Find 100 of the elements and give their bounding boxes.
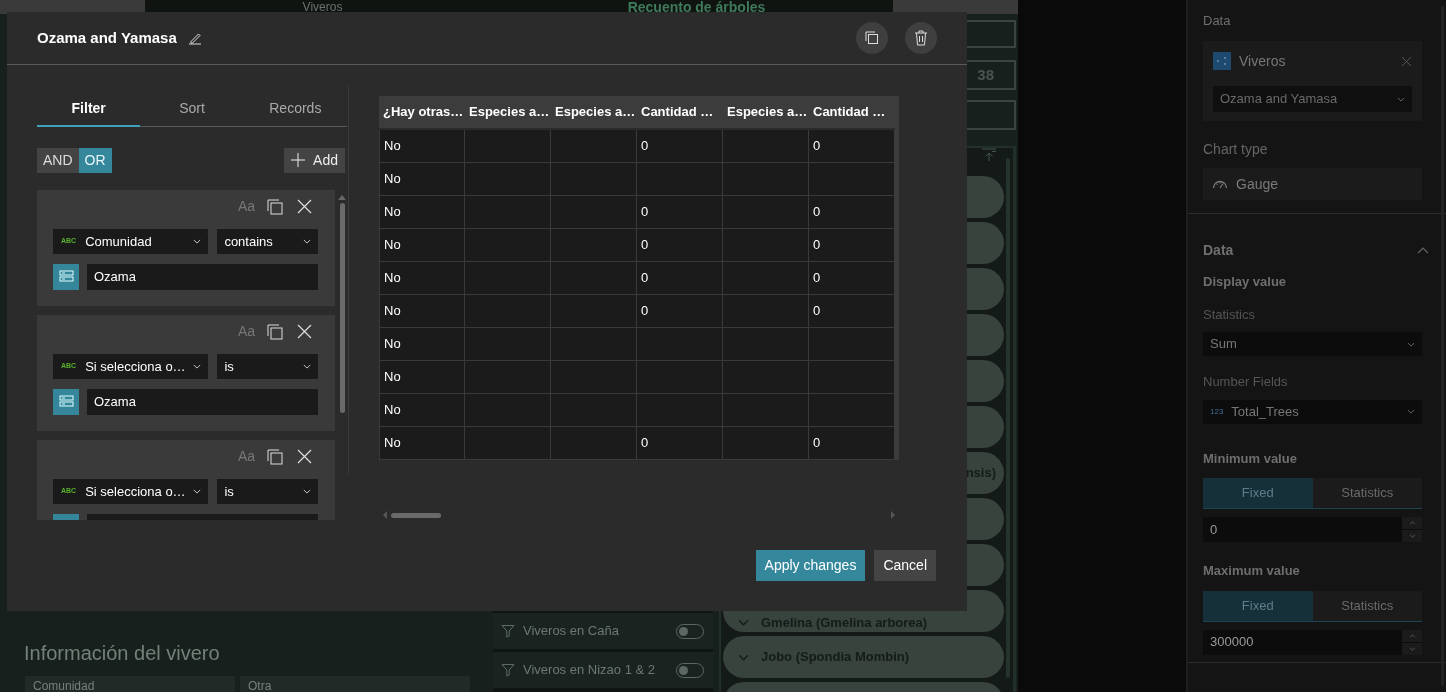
filter-label: Viveros en Nizao 1 & 2 xyxy=(523,661,656,680)
view-dropdown[interactable]: Ozama and Yamasa xyxy=(1213,86,1412,112)
table-cell: 0 xyxy=(637,295,723,328)
chevron-down-icon xyxy=(193,488,202,494)
chevron-up-icon xyxy=(1408,521,1416,525)
input-field[interactable]: Ozama xyxy=(87,388,318,415)
chevron-down-icon xyxy=(303,238,311,244)
table-cell: No xyxy=(379,427,465,460)
delete-button[interactable] xyxy=(905,22,937,54)
chevron-down-icon xyxy=(1408,646,1416,651)
copy-icon[interactable] xyxy=(267,323,283,340)
table-cell: 0 xyxy=(637,262,723,295)
plus-icon xyxy=(291,153,306,168)
gauge-icon xyxy=(1212,179,1228,189)
table-cell: 0 xyxy=(637,130,723,163)
table-cell: 0 xyxy=(637,427,723,460)
column-header[interactable]: Cantidad … xyxy=(637,102,723,122)
chevron-down-icon xyxy=(303,488,311,494)
table-cell: No xyxy=(379,262,465,295)
label: Display value xyxy=(1203,273,1288,291)
segment-tab[interactable]: Statistics xyxy=(1312,590,1422,621)
copy-icon[interactable] xyxy=(267,448,283,465)
column-header[interactable]: Cantidad … xyxy=(809,102,895,122)
chevron-down-icon xyxy=(1408,534,1416,538)
trash-icon xyxy=(914,30,928,46)
chevron-up-icon[interactable] xyxy=(1417,247,1429,254)
field-label: Otra xyxy=(240,676,470,692)
field-label: Comunidad xyxy=(25,676,235,692)
statistics-dropdown[interactable]: Sum xyxy=(1203,332,1422,356)
column-header[interactable]: ¿Hay otras… xyxy=(379,102,465,122)
stepper[interactable] xyxy=(1402,517,1422,542)
table-cell: 0 xyxy=(809,427,895,460)
layer-name: Viveros xyxy=(1239,51,1287,71)
dialog-title: Ozama and Yamasa xyxy=(37,27,177,48)
table-cell: 0 xyxy=(809,196,895,229)
table-cell: 0 xyxy=(637,229,723,262)
label: Data xyxy=(1203,13,1232,29)
label: Number Fields xyxy=(1203,373,1289,391)
column-header[interactable]: Especies a… xyxy=(465,102,551,122)
chevron-down-icon xyxy=(738,619,749,626)
number-field[interactable]: 0 xyxy=(1203,517,1422,542)
table-cell: No xyxy=(379,229,465,262)
pencil-icon[interactable] xyxy=(187,31,202,45)
chart-type-selector[interactable]: Gauge xyxy=(1203,168,1422,200)
cancel-button[interactable]: Cancel xyxy=(874,550,936,581)
table-cell: No xyxy=(379,361,465,394)
chevron-down-icon xyxy=(303,363,311,369)
table-cell: No xyxy=(379,196,465,229)
layer-icon xyxy=(1213,52,1231,70)
chevron-down-icon xyxy=(1407,341,1415,347)
label: Minimum value xyxy=(1203,449,1298,468)
duplicate-button[interactable] xyxy=(856,22,888,54)
value-source-button[interactable] xyxy=(53,263,79,290)
column-header[interactable]: Especies a… xyxy=(551,102,637,122)
field-dropdown[interactable]: 123 Total_Trees xyxy=(1203,399,1422,424)
column-header[interactable]: Especies a… xyxy=(723,102,809,122)
funnel-icon xyxy=(501,663,515,677)
chevron-down-icon xyxy=(738,653,749,661)
list-icon xyxy=(58,394,74,410)
stepper[interactable] xyxy=(1402,629,1422,655)
filter-row[interactable]: Viveros en Caña xyxy=(493,613,713,649)
tab[interactable]: Records xyxy=(243,93,347,127)
table-cell: No xyxy=(379,328,465,361)
chevron-down-icon xyxy=(1397,96,1405,102)
chevron-down-icon xyxy=(193,363,202,369)
operator-dropdown[interactable]: contains xyxy=(217,228,318,254)
tab[interactable]: Filter xyxy=(37,93,141,127)
logic-toggle[interactable]: OR xyxy=(78,147,112,173)
number-field[interactable]: 300000 xyxy=(1203,629,1422,655)
chevron-up-icon xyxy=(1408,633,1416,638)
filter-label: Viveros en Caña xyxy=(523,622,620,641)
value-source-button[interactable] xyxy=(53,388,79,415)
funnel-icon xyxy=(501,624,515,638)
field-type-label: 123 xyxy=(1210,405,1224,418)
tab[interactable]: Sort xyxy=(140,93,244,127)
table-cell: 0 xyxy=(637,196,723,229)
sort-top-icon[interactable] xyxy=(981,148,997,162)
table-cell: 0 xyxy=(809,130,895,163)
list-icon xyxy=(58,269,74,285)
filter-row[interactable]: Viveros en Nizao 1 & 2 xyxy=(493,652,713,688)
table-cell: 0 xyxy=(809,262,895,295)
table-cell: No xyxy=(379,130,465,163)
chevron-down-icon xyxy=(193,238,202,244)
copy-icon xyxy=(865,31,879,45)
input-field[interactable]: Ozama xyxy=(87,263,318,290)
copy-icon[interactable] xyxy=(267,198,283,215)
logic-toggle[interactable]: AND xyxy=(37,147,79,173)
apply-button[interactable]: Apply changes xyxy=(755,550,866,581)
section-title: Data xyxy=(1203,241,1234,260)
table-cell: No xyxy=(379,163,465,196)
table-cell: 0 xyxy=(809,229,895,262)
operator-dropdown[interactable]: is xyxy=(217,478,318,504)
add-button[interactable]: Add xyxy=(284,147,345,173)
chevron-down-icon xyxy=(1407,409,1415,414)
section-title: Información del vivero xyxy=(24,641,221,665)
operator-dropdown[interactable]: is xyxy=(217,353,318,379)
table-cell: No xyxy=(379,394,465,427)
label: Chart type xyxy=(1203,141,1269,157)
segment-tab[interactable]: Statistics xyxy=(1312,478,1422,508)
table-cell: 0 xyxy=(809,295,895,328)
